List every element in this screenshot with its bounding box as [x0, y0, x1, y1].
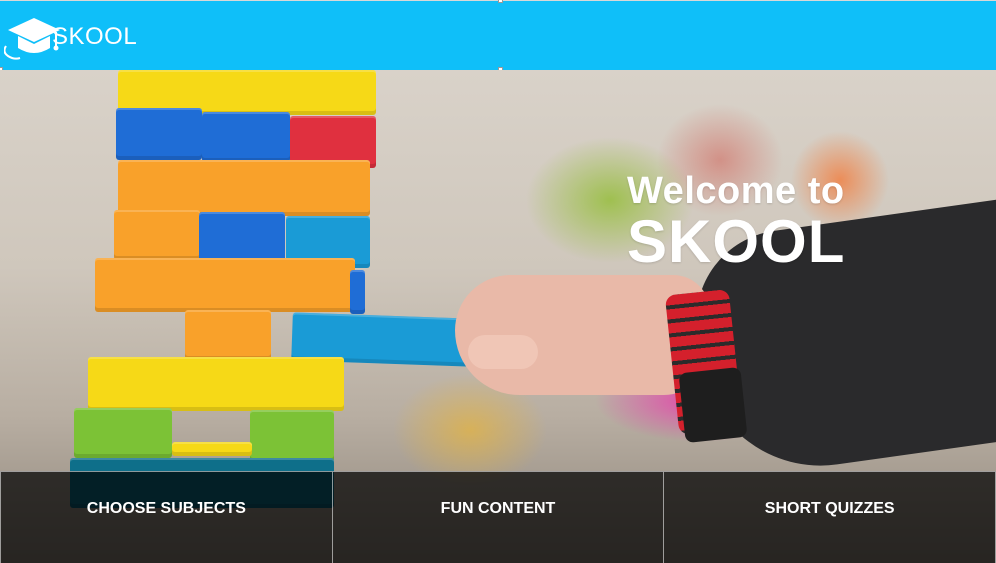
resize-handle-top[interactable]	[498, 0, 503, 3]
jenga-block	[116, 108, 202, 160]
jenga-block	[114, 210, 200, 260]
nav-fun-content[interactable]: FUN CONTENT	[331, 472, 664, 563]
jenga-block	[350, 270, 365, 314]
jenga-block	[172, 442, 252, 456]
nav-short-quizzes[interactable]: SHORT QUIZZES	[663, 472, 996, 563]
jenga-block	[250, 410, 334, 462]
thumb	[468, 335, 538, 369]
logo-text: SKOOL	[52, 23, 138, 50]
feature-nav: CHOOSE SUBJECTS FUN CONTENT SHORT QUIZZE…	[0, 471, 996, 563]
hero-title: Welcome to SKOOL	[627, 172, 845, 272]
hero-title-line1: Welcome to	[627, 170, 845, 212]
jenga-block	[202, 112, 290, 162]
jenga-block	[88, 357, 344, 411]
jenga-block	[185, 310, 271, 360]
watch-face	[678, 366, 748, 444]
nav-choose-subjects[interactable]: CHOOSE SUBJECTS	[0, 472, 332, 563]
jenga-block	[95, 258, 355, 312]
jenga-block	[74, 408, 172, 458]
jenga-block	[199, 212, 285, 264]
hero-title-line2: SKOOL	[627, 208, 846, 275]
logo[interactable]: SKOOL	[4, 11, 137, 63]
header-bar: SKOOL	[0, 0, 996, 72]
jenga-block	[118, 160, 370, 216]
